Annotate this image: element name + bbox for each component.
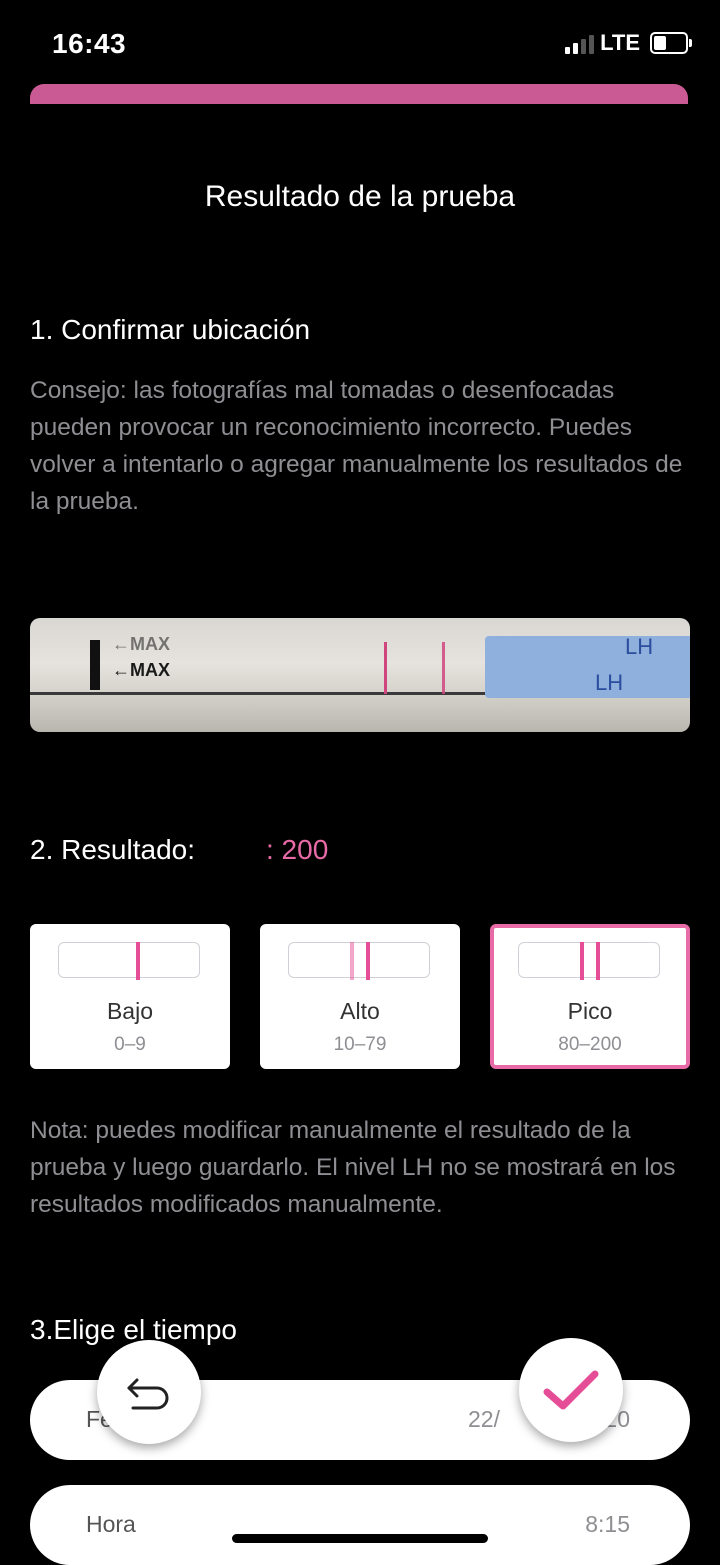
option-range: 0–9 — [114, 1034, 146, 1055]
strip-mini-icon — [518, 942, 660, 978]
battery-icon — [650, 32, 692, 54]
result-value: : 200 — [266, 834, 329, 865]
option-range: 80–200 — [558, 1034, 622, 1055]
option-label: Pico — [567, 998, 613, 1024]
back-button[interactable] — [97, 1340, 201, 1444]
time-value: 8:15 — [585, 1511, 630, 1537]
status-indicators: LTE — [565, 30, 692, 56]
option-card-bajo[interactable]: Bajo 0–9 — [30, 924, 230, 1069]
section1-tip: Consejo: las fotografías mal tomadas o d… — [30, 377, 683, 515]
option-range: 10–79 — [333, 1034, 387, 1055]
strip-mini-icon — [58, 942, 200, 978]
time-field[interactable]: Hora 8:15 — [30, 1485, 690, 1565]
test-line-t — [384, 642, 387, 694]
strip-brand-text: LH — [625, 634, 654, 659]
date-value: 22/ — [468, 1406, 500, 1432]
test-strip-photo[interactable]: ←MAX ←MAX LH LH — [30, 618, 690, 732]
home-indicator — [232, 1534, 488, 1543]
time-label: Hora — [86, 1511, 136, 1537]
max-mark: ←MAX — [112, 660, 170, 680]
confirm-button[interactable] — [519, 1338, 623, 1442]
network-label: LTE — [600, 30, 640, 55]
header-accent-bar — [30, 84, 688, 104]
option-label: Alto — [340, 998, 380, 1024]
signal-icon — [565, 32, 595, 54]
test-line-c — [442, 642, 445, 694]
strip-brand-area — [485, 636, 690, 698]
strip-brand-text-2: LH — [595, 670, 624, 695]
status-time: 16:43 — [52, 28, 127, 59]
page-title: Resultado de la prueba — [204, 180, 516, 213]
checkmark-icon — [543, 1370, 599, 1410]
strip-mini-icon — [288, 942, 430, 978]
option-card-alto[interactable]: Alto 10–79 — [260, 924, 460, 1069]
section1-heading: 1. Confirmar ubicación — [30, 314, 311, 345]
undo-arrow-icon — [127, 1378, 169, 1410]
section2-note: Nota: puedes modificar manualmente el re… — [30, 1117, 676, 1218]
option-card-pico[interactable]: Pico 80–200 — [490, 924, 690, 1069]
section2-heading: 2. Resultado: — [30, 834, 195, 865]
max-mark-top: ←MAX — [112, 634, 170, 654]
option-label: Bajo — [106, 998, 154, 1024]
